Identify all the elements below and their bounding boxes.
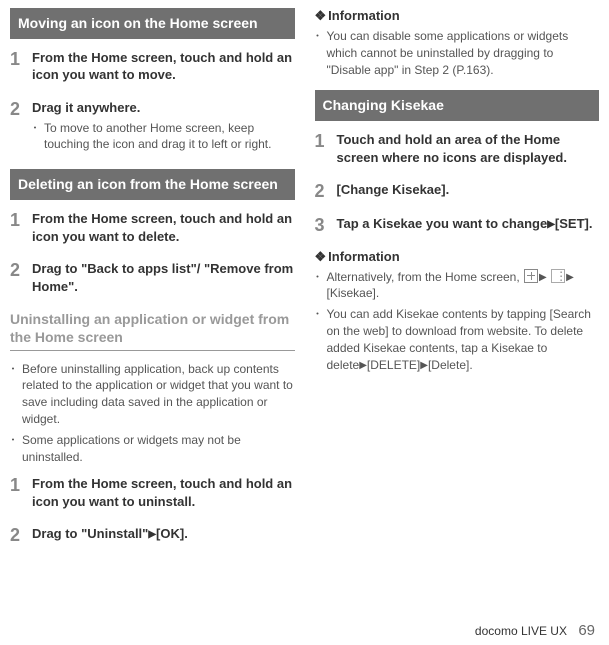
step: 3 Tap a Kisekae you want to change▶[SET]… [315, 215, 600, 237]
bullet-list: Alternatively, from the Home screen, ▶ ▶… [315, 269, 600, 374]
step: 2 Drag to "Back to apps list"/ "Remove f… [10, 260, 295, 298]
step: 2 [Change Kisekae]. [315, 181, 600, 203]
bullet-item: Before uninstalling application, back up… [10, 361, 295, 428]
step-title: Drag it anywhere. [32, 99, 295, 117]
step-number: 1 [10, 210, 32, 248]
section-changing-kisekae-header: Changing Kisekae [315, 90, 600, 121]
step-title: Touch and hold an area of the Home scree… [337, 131, 600, 166]
step: 1 From the Home screen, touch and hold a… [10, 49, 295, 87]
bullet-item: To move to another Home screen, keep tou… [32, 120, 295, 154]
step-number: 2 [10, 99, 32, 157]
step-number: 3 [315, 215, 337, 237]
step: 2 Drag it anywhere. To move to another H… [10, 99, 295, 157]
triangle-icon: ▶ [539, 272, 547, 283]
step-number: 1 [10, 475, 32, 513]
bullet-text: You can add Kisekae contents by tapping … [327, 307, 591, 371]
triangle-icon: ▶ [566, 272, 574, 283]
section-uninstalling-header: Uninstalling an application or widget fr… [10, 310, 295, 350]
more-menu-icon [551, 269, 565, 283]
step-number: 2 [10, 525, 32, 547]
triangle-icon: ▶ [420, 360, 428, 371]
bullet-item: You can add Kisekae contents by tapping … [315, 306, 600, 373]
step: 1 Touch and hold an area of the Home scr… [315, 131, 600, 169]
bullet-list: To move to another Home screen, keep tou… [32, 120, 295, 154]
bullet-list: You can disable some applications or wid… [315, 28, 600, 78]
step-title: [Change Kisekae]. [337, 181, 600, 199]
step-title-text: Tap a Kisekae you want to change▶[SET]. [337, 216, 593, 231]
step-title: From the Home screen, touch and hold an … [32, 210, 295, 245]
step-title: Drag to "Back to apps list"/ "Remove fro… [32, 260, 295, 295]
triangle-icon: ▶ [148, 529, 156, 540]
information-heading: Information [315, 249, 600, 265]
page-number: 69 [578, 622, 595, 639]
step-number: 1 [315, 131, 337, 169]
step: 1 From the Home screen, touch and hold a… [10, 475, 295, 513]
step: 2 Drag to "Uninstall"▶[OK]. [10, 525, 295, 547]
triangle-icon: ▶ [547, 219, 555, 230]
step-number: 2 [315, 181, 337, 203]
step-title: From the Home screen, touch and hold an … [32, 475, 295, 510]
right-column: Information You can disable some applica… [305, 0, 609, 645]
step-title: Drag to "Uninstall"▶[OK]. [32, 525, 295, 543]
bullet-item: Some applications or widgets may not be … [10, 432, 295, 466]
section-moving-icon-header: Moving an icon on the Home screen [10, 8, 295, 39]
footer-label: docomo LIVE UX [475, 624, 567, 638]
bullet-text: Alternatively, from the Home screen, [327, 270, 524, 284]
step-title-text: Drag to "Uninstall"▶[OK]. [32, 526, 188, 541]
bullet-item: You can disable some applications or wid… [315, 28, 600, 78]
step-number: 2 [10, 260, 32, 298]
information-heading: Information [315, 8, 600, 24]
step-title: From the Home screen, touch and hold an … [32, 49, 295, 84]
step: 1 From the Home screen, touch and hold a… [10, 210, 295, 248]
left-column: Moving an icon on the Home screen 1 From… [0, 0, 305, 645]
step-title: Tap a Kisekae you want to change▶[SET]. [337, 215, 600, 233]
page-footer: docomo LIVE UX 69 [475, 622, 595, 639]
bullet-list: Before uninstalling application, back up… [10, 361, 295, 466]
bullet-text: [Kisekae]. [327, 286, 380, 300]
bullet-item: Alternatively, from the Home screen, ▶ ▶… [315, 269, 600, 303]
triangle-icon: ▶ [359, 360, 367, 371]
step-number: 1 [10, 49, 32, 87]
section-deleting-icon-header: Deleting an icon from the Home screen [10, 169, 295, 200]
apps-grid-icon [524, 269, 538, 283]
